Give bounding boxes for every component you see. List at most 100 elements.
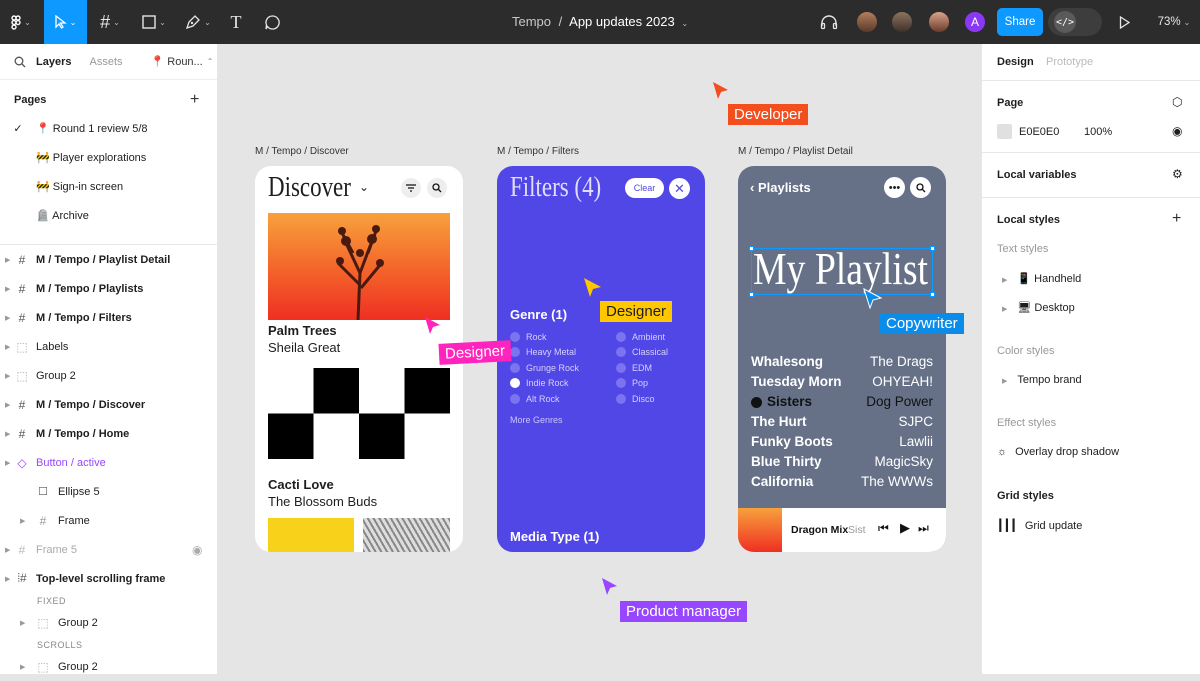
frame-title[interactable]: M / Tempo / Playlist Detail <box>738 146 853 157</box>
layer-row[interactable]: ▶ ⬚ Group 2 <box>0 361 217 390</box>
style-item[interactable]: ▶ Tempo brand <box>1002 374 1082 386</box>
page-item[interactable]: 🚧 Player explorations <box>0 143 217 172</box>
track-row[interactable]: Blue Thirty MagicSky <box>751 454 933 474</box>
now-playing-bar[interactable]: Dragon Mix Sist ⏮ ▶ ⏭ <box>738 508 946 552</box>
playlist-frame[interactable]: ‹ Playlists ••• My Playlist Whalesong The… <box>738 166 946 552</box>
genre-option[interactable]: Pop <box>616 376 668 392</box>
layer-row[interactable]: ▶ # Frame 5 ◉ <box>0 535 217 564</box>
chevron-right-icon[interactable]: ▶ <box>5 314 10 322</box>
layer-row[interactable]: ☐ Ellipse 5 <box>0 477 217 506</box>
genre-option[interactable]: EDM <box>616 360 668 376</box>
layer-row[interactable]: ▶ # M / Tempo / Filters <box>0 303 217 332</box>
media-type-heading[interactable]: Media Type (1) <box>510 529 599 544</box>
page-color-opacity[interactable]: 100% <box>1084 126 1112 138</box>
style-item[interactable]: ┃┃┃ Grid update <box>997 519 1082 532</box>
file-name[interactable]: App updates 2023 <box>569 14 675 29</box>
chevron-up-icon[interactable]: ⌃ <box>207 57 214 66</box>
local-variables-heading[interactable]: Local variables <box>997 169 1077 181</box>
album-art[interactable] <box>268 518 354 552</box>
move-tool-button[interactable]: ⌄ <box>44 0 87 44</box>
chevron-right-icon[interactable]: ▶ <box>5 459 10 467</box>
tab-layers[interactable]: Layers <box>36 56 71 68</box>
genre-option[interactable]: Ambient <box>616 329 668 345</box>
resize-handle[interactable] <box>930 246 935 251</box>
chevron-right-icon[interactable]: ▶ <box>5 285 10 293</box>
layer-row[interactable]: ▶ ⦙# Top-level scrolling frame <box>0 564 217 593</box>
layer-row[interactable]: ▶ # Frame <box>0 506 217 535</box>
previous-icon[interactable]: ⏮ <box>878 521 889 536</box>
track-row[interactable]: The Hurt SJPC <box>751 414 933 434</box>
frame-title[interactable]: M / Tempo / Filters <box>497 146 579 157</box>
clear-button[interactable]: Clear <box>625 178 664 198</box>
layer-row[interactable]: ▶ ⬚ Labels <box>0 332 217 361</box>
genre-option[interactable]: Disco <box>616 391 668 407</box>
canvas[interactable]: M / Tempo / Discover Discover ⌄ Palm Tre… <box>218 44 981 674</box>
chevron-right-icon[interactable]: ▶ <box>5 546 10 554</box>
styles-icon[interactable]: ⬡ <box>1172 95 1182 109</box>
filter-button[interactable] <box>401 178 421 198</box>
audio-button[interactable] <box>818 0 840 44</box>
page-item[interactable]: ✓ 📍 Round 1 review 5/8 <box>0 114 217 143</box>
search-button[interactable] <box>427 178 447 198</box>
genre-option[interactable]: Indie Rock <box>510 376 579 392</box>
add-page-icon[interactable]: + <box>190 92 199 108</box>
next-icon[interactable]: ⏭ <box>918 521 929 536</box>
track-row[interactable]: Whalesong The Drags <box>751 354 933 374</box>
pen-tool-button[interactable]: ⌄ <box>180 0 216 44</box>
chevron-right-icon[interactable]: ▶ <box>20 663 25 671</box>
back-link[interactable]: ‹ Playlists <box>750 180 811 195</box>
dev-mode-toggle[interactable]: </> <box>1048 8 1102 36</box>
track-row[interactable]: Sisters Dog Power <box>751 394 933 414</box>
project-name[interactable]: Tempo <box>512 14 551 29</box>
style-item[interactable]: ☼ Overlay drop shadow <box>997 446 1119 458</box>
chevron-right-icon[interactable]: ▶ <box>20 517 25 525</box>
chevron-right-icon[interactable]: ▶ <box>5 256 10 264</box>
search-button[interactable] <box>910 177 931 198</box>
album-art[interactable] <box>268 213 450 321</box>
layer-row[interactable]: ▶ # M / Tempo / Discover <box>0 390 217 419</box>
more-button[interactable]: ••• <box>884 177 905 198</box>
chevron-down-icon[interactable]: ⌄ <box>359 180 369 194</box>
variables-icon[interactable]: ⚙ <box>1172 167 1183 181</box>
eye-icon[interactable]: ◉ <box>192 543 202 557</box>
frame-title[interactable]: M / Tempo / Discover <box>255 146 349 157</box>
tab-assets[interactable]: Assets <box>89 56 122 68</box>
more-genres-link[interactable]: More Genres <box>510 415 563 425</box>
page-selector[interactable]: 📍 Roun... <box>151 55 203 68</box>
genre-option[interactable]: Rock <box>510 329 579 345</box>
chevron-right-icon[interactable]: ▶ <box>5 575 10 583</box>
zoom-menu[interactable]: 73% ⌄ <box>1152 0 1196 44</box>
shape-tool-button[interactable]: ⌄ <box>136 0 172 44</box>
layer-row[interactable]: ▶ ⬚ Group 2 <box>0 652 217 681</box>
genre-option[interactable]: Alt Rock <box>510 391 579 407</box>
avatar[interactable] <box>927 10 951 34</box>
resize-handle[interactable] <box>930 292 935 297</box>
chevron-right-icon[interactable]: ▶ <box>5 343 10 351</box>
filters-frame[interactable]: Filters (4) Clear ✕ Genre (1) Rock Heavy … <box>497 166 705 552</box>
avatar[interactable] <box>890 10 914 34</box>
add-style-icon[interactable]: + <box>1172 211 1181 227</box>
checker-artwork[interactable] <box>268 368 450 459</box>
search-icon[interactable] <box>14 56 26 68</box>
avatar[interactable]: A <box>963 10 987 34</box>
genre-option[interactable]: Grunge Rock <box>510 360 579 376</box>
page-color-hex[interactable]: E0E0E0 <box>1019 126 1059 138</box>
comment-tool-button[interactable] <box>258 0 286 44</box>
chevron-down-icon[interactable]: ⌄ <box>681 19 688 28</box>
page-item[interactable]: 🪦 Archive <box>0 201 217 230</box>
chevron-right-icon[interactable]: ▶ <box>5 430 10 438</box>
present-button[interactable] <box>1114 0 1134 44</box>
layer-row[interactable]: ▶ # M / Tempo / Playlist Detail <box>0 245 217 274</box>
chevron-right-icon[interactable]: ▶ <box>20 619 25 627</box>
track-row[interactable]: California The WWWs <box>751 474 933 494</box>
layer-row[interactable]: ▶ # M / Tempo / Home <box>0 419 217 448</box>
layer-row[interactable]: ▶ ⬚ Group 2 <box>0 608 217 637</box>
layer-row[interactable]: ▶ # M / Tempo / Playlists <box>0 274 217 303</box>
album-art[interactable] <box>363 518 450 552</box>
style-item[interactable]: ▶ 📱 Handheld <box>1002 272 1081 285</box>
page-color-swatch[interactable] <box>997 124 1012 139</box>
main-menu-button[interactable]: ⌄ <box>0 0 42 44</box>
text-tool-button[interactable]: T <box>224 0 248 44</box>
chevron-right-icon[interactable]: ▶ <box>5 401 10 409</box>
track-row[interactable]: Funky Boots Lawlii <box>751 434 933 454</box>
